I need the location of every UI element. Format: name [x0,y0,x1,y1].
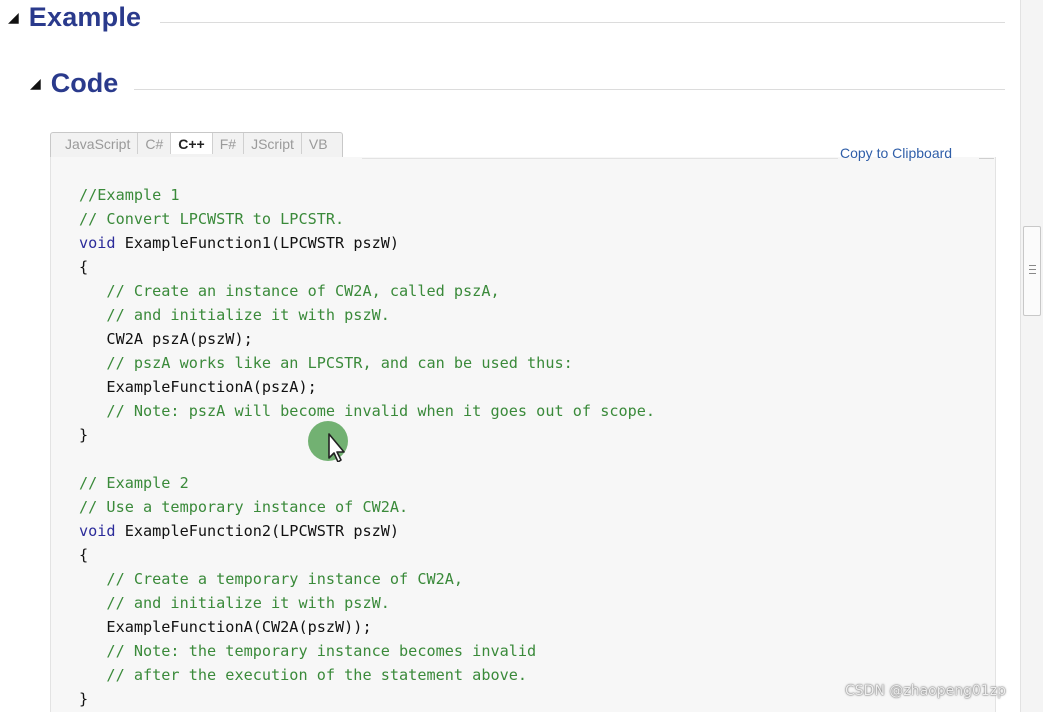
code-line: ExampleFunctionA(CW2A(pszW)); [79,615,655,639]
code-line: // and initialize it with pszW. [79,303,655,327]
code-comment: // Use a temporary instance of CW2A. [79,498,409,516]
code-line: void ExampleFunction2(LPCWSTR pszW) [79,519,655,543]
mouse-pointer-icon [308,421,348,462]
page: ◢ Example ◢ Code JavaScript C# C++ F# JS… [0,0,1020,712]
code-line: // Note: the temporary instance becomes … [79,639,655,663]
code-comment: //Example 1 [79,186,180,204]
code-comment: // after the execution of the statement … [79,666,528,684]
code-text: ExampleFunction2(LPCWSTR pszW) [115,522,400,540]
code-line: // Convert LPCWSTR to LPCSTR. [79,207,655,231]
code-text: ExampleFunctionA(CW2A(pszW)); [79,618,372,636]
code-line: // Create a temporary instance of CW2A, [79,567,655,591]
code-text: } [79,426,89,444]
code-section-header[interactable]: ◢ Code [30,68,118,99]
code-keyword: void [79,234,116,252]
tab-csharp[interactable]: C# [138,133,172,154]
code-line: } [79,687,655,711]
code-comment: // and initialize it with pszW. [79,594,390,612]
code-line: } [79,423,655,447]
code-text: } [79,690,89,708]
code-comment: // pszA works like an LPCSTR, and can be… [79,354,573,372]
code-comment: // Create an instance of CW2A, called ps… [79,282,500,300]
vertical-scrollbar[interactable] [1020,0,1043,712]
example-divider [160,22,1005,23]
code-heading: Code [50,68,119,98]
scrollbar-grip [1029,265,1036,266]
code-keyword: void [79,522,116,540]
example-section-header[interactable]: ◢ Example [8,2,141,33]
code-line: //Example 1 [79,183,655,207]
code-line: { [79,543,655,567]
code-comment: // Convert LPCWSTR to LPCSTR. [79,210,345,228]
code-line: ExampleFunctionA(pszA); [79,375,655,399]
collapse-triangle-icon[interactable]: ◢ [8,11,19,25]
code-text: CW2A pszA(pszW); [79,330,253,348]
tab-divider [362,158,838,159]
code-line: // and initialize it with pszW. [79,591,655,615]
code-text: { [79,546,89,564]
code-comment: // Note: pszA will become invalid when i… [79,402,656,420]
code-line: // Use a temporary instance of CW2A. [79,495,655,519]
code-text: ExampleFunctionA(pszA); [79,378,317,396]
code-comment: // and initialize it with pszW. [79,306,390,324]
code-line: CW2A pszA(pszW); [79,327,655,351]
code-line: // Example 2 [79,471,655,495]
copy-divider [979,158,994,159]
code-text: { [79,258,89,276]
code-block[interactable]: //Example 1 // Convert LPCWSTR to LPCSTR.… [79,183,655,711]
code-comment: // Note: the temporary instance becomes … [79,642,537,660]
scrollbar-thumb[interactable] [1023,226,1041,316]
tab-vb[interactable]: VB [302,133,342,154]
code-comment: // Example 2 [79,474,189,492]
code-line: { [79,255,655,279]
code-comment: // Create a temporary instance of CW2A, [79,570,464,588]
tab-javascript[interactable]: JavaScript [51,133,139,154]
collapse-triangle-icon[interactable]: ◢ [30,77,41,91]
code-line: // after the execution of the statement … [79,663,655,687]
scrollbar-grip [1029,269,1036,270]
code-line: // pszA works like an LPCSTR, and can be… [79,351,655,375]
copy-to-clipboard-link[interactable]: Copy to Clipboard [840,145,952,161]
tab-cpp[interactable]: C++ [171,133,213,154]
tab-jscript[interactable]: JScript [244,133,302,154]
code-line: // Note: pszA will become invalid when i… [79,399,655,423]
language-tabs: JavaScript C# C++ F# JScript VB [50,132,343,157]
example-heading: Example [28,2,142,32]
code-text: ExampleFunction1(LPCWSTR pszW) [115,234,400,252]
code-divider [134,89,1005,90]
code-line: void ExampleFunction1(LPCWSTR pszW) [79,231,655,255]
scrollbar-grip [1029,273,1036,274]
code-line: // Create an instance of CW2A, called ps… [79,279,655,303]
tab-fsharp[interactable]: F# [213,133,245,154]
watermark-text: CSDN @zhaopeng01zp [845,683,1007,699]
